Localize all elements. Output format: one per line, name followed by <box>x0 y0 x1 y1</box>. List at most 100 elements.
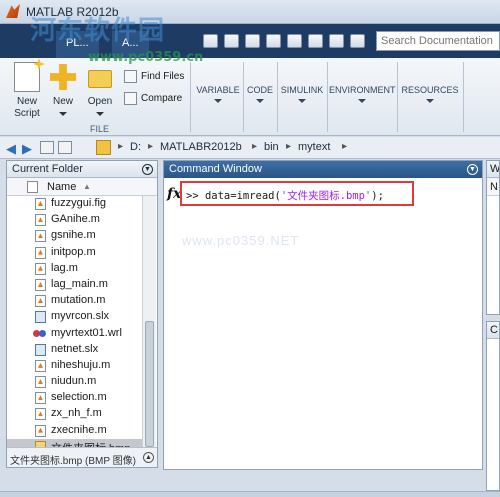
file-name: selection.m <box>51 391 107 404</box>
save-icon[interactable] <box>203 34 218 48</box>
file-list-item[interactable]: gsnihe.m <box>7 228 149 244</box>
file-list-item[interactable]: myvrcon.slx <box>7 309 149 325</box>
find-files-button[interactable]: Find Files <box>124 70 184 83</box>
file-list-header: Name ▲ <box>7 178 157 196</box>
ribbon-divider <box>397 62 398 132</box>
section-environment[interactable]: ENVIRONMENT <box>329 85 396 103</box>
file-name: netnet.slx <box>51 342 99 355</box>
file-list-item[interactable]: GAnihe.m <box>7 212 149 228</box>
panel-actions-icon[interactable]: ▼ <box>467 164 478 175</box>
section-code-label: CODE <box>246 85 273 95</box>
file-name: lag_main.m <box>51 277 108 290</box>
file-list-item[interactable]: zx_nh_f.m <box>7 406 149 422</box>
file-list-item[interactable]: lag_main.m <box>7 277 149 293</box>
chevron-down-icon <box>214 99 222 103</box>
workspace-title: W <box>487 161 499 178</box>
file-list-item[interactable]: fuzzygui.fig <box>7 196 149 212</box>
section-variable[interactable]: VARIABLE <box>196 85 240 103</box>
search-documentation[interactable] <box>376 31 500 51</box>
m-file-icon <box>35 262 46 275</box>
section-simulink[interactable]: SIMULINK <box>279 85 325 103</box>
panel-actions-icon[interactable]: ▼ <box>142 164 153 175</box>
slx-file-icon <box>35 343 46 356</box>
ribbon-divider <box>243 62 244 132</box>
paste-icon[interactable] <box>266 34 281 48</box>
switch-windows-icon[interactable] <box>329 34 344 48</box>
path-folder-icon <box>96 140 111 155</box>
slx-file-icon <box>35 311 46 324</box>
ribbon: New Script New Open Find Files Compare F… <box>0 58 500 136</box>
m-file-icon <box>35 408 46 421</box>
code-suffix: ); <box>371 190 384 202</box>
new-label: New <box>52 96 73 107</box>
undo-icon[interactable] <box>287 34 302 48</box>
file-details-bar: 文件夹图标.bmp (BMP 图像) ▲ <box>7 447 157 467</box>
status-bar <box>0 491 500 497</box>
command-input-area[interactable]: fx >> data=imread('文件夹图标.bmp'); www.pc03… <box>164 178 482 469</box>
details-toggle-icon[interactable]: ▲ <box>143 452 154 463</box>
up-folder-icon[interactable] <box>40 141 54 154</box>
new-button[interactable]: New <box>48 62 78 120</box>
file-list-item[interactable]: zxecnihe.m <box>7 423 149 439</box>
faint-watermark: www.pc0359.NET <box>182 233 300 248</box>
open-folder-icon <box>88 70 112 88</box>
file-list-item[interactable]: lag.m <box>7 261 149 277</box>
section-code[interactable]: CODE <box>245 85 275 103</box>
file-name: fuzzygui.fig <box>51 197 107 209</box>
help-icon[interactable] <box>350 34 365 48</box>
find-files-label: Find Files <box>141 71 185 82</box>
new-script-button[interactable]: New Script <box>10 62 44 120</box>
open-dropdown-icon <box>96 112 104 116</box>
command-line[interactable]: >> data=imread('文件夹图标.bmp'); <box>186 188 384 203</box>
file-name: myvrcon.slx <box>51 310 110 323</box>
file-list-item[interactable]: netnet.slx <box>7 342 149 358</box>
workspace-name-column[interactable]: N <box>487 178 499 196</box>
redo-icon[interactable] <box>308 34 323 48</box>
file-list-item[interactable]: selection.m <box>7 390 149 406</box>
file-name: myvrtext01.wrl <box>51 326 122 339</box>
ribbon-divider <box>327 62 328 132</box>
file-name: zx_nh_f.m <box>51 407 102 420</box>
chevron-down-icon <box>358 99 366 103</box>
file-group-label: FILE <box>90 124 110 134</box>
browse-folder-icon[interactable] <box>58 141 72 154</box>
compare-label: Compare <box>141 93 183 104</box>
path-crumb-mytext[interactable]: mytext <box>298 141 330 153</box>
file-list-item[interactable]: niudun.m <box>7 374 149 390</box>
forward-arrow-icon[interactable]: ▶ <box>22 141 32 157</box>
file-list-scrollbar[interactable] <box>142 196 156 449</box>
m-file-icon <box>35 359 46 372</box>
prompt: >> <box>186 190 205 202</box>
copy-icon[interactable] <box>245 34 260 48</box>
compare-icon <box>124 92 137 105</box>
file-list: fuzzygui.fig GAnihe.m gsnihe.m initpop.m lag… <box>7 196 149 451</box>
workspace-panel: W N <box>486 160 500 315</box>
search-input[interactable] <box>377 32 499 50</box>
ribbon-divider <box>277 62 278 132</box>
new-icon <box>50 64 76 90</box>
name-column-header[interactable]: Name <box>47 181 76 193</box>
cut-icon[interactable] <box>224 34 239 48</box>
command-window-panel: Command Window ▼ fx >> data=imread('文件夹图… <box>163 160 483 470</box>
path-crumb-matlab[interactable]: MATLABR2012b <box>160 141 242 153</box>
wrl-file-icon <box>33 328 46 340</box>
section-resources[interactable]: RESOURCES <box>399 85 461 103</box>
scrollbar-thumb[interactable] <box>145 321 154 447</box>
quick-access-toolbar <box>203 34 365 50</box>
file-list-item[interactable]: mutation.m <box>7 293 149 309</box>
file-name: GAnihe.m <box>51 213 100 226</box>
file-name: lag.m <box>51 261 78 274</box>
ribbon-divider <box>190 62 191 132</box>
file-list-item[interactable]: myvrtext01.wrl <box>7 326 149 342</box>
path-crumb-drive[interactable]: D: <box>130 141 141 153</box>
file-list-item[interactable]: initpop.m <box>7 245 149 261</box>
current-folder-title: Current Folder <box>12 163 83 175</box>
find-files-icon <box>124 70 137 83</box>
compare-button[interactable]: Compare <box>124 92 182 105</box>
path-crumb-bin[interactable]: bin <box>264 141 279 153</box>
command-history-panel: C <box>486 321 500 491</box>
file-list-item[interactable]: niheshuju.m <box>7 358 149 374</box>
open-button[interactable]: Open <box>86 62 114 120</box>
file-name: initpop.m <box>51 245 96 258</box>
back-arrow-icon[interactable]: ◀ <box>6 141 16 157</box>
